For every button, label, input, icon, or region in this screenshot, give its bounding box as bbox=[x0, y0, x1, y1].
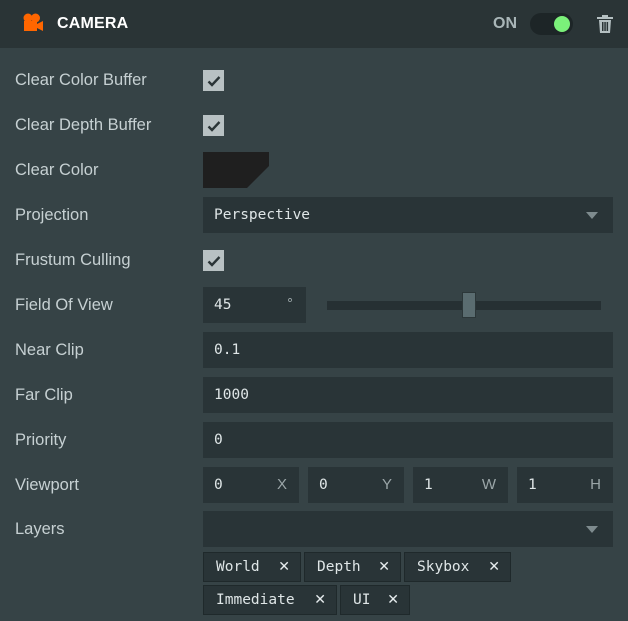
row-frustum-culling: Frustum Culling bbox=[0, 242, 628, 278]
component-title: CAMERA bbox=[57, 15, 129, 32]
viewport-w-input[interactable]: 1 W bbox=[413, 467, 508, 503]
slider-handle[interactable] bbox=[462, 292, 476, 318]
row-near-clip: Near Clip 0.1 bbox=[0, 332, 628, 368]
viewport-h-tag: H bbox=[590, 476, 601, 493]
toggle-knob bbox=[554, 16, 570, 32]
close-icon[interactable]: ✕ bbox=[378, 553, 390, 581]
frustum-culling-checkbox[interactable] bbox=[203, 250, 224, 271]
layer-tag-label: World bbox=[216, 559, 260, 575]
near-clip-label: Near Clip bbox=[15, 341, 84, 359]
clear-color-buffer-label: Clear Color Buffer bbox=[15, 71, 147, 89]
far-clip-value: 1000 bbox=[214, 387, 249, 403]
row-priority: Priority 0 bbox=[0, 422, 628, 458]
clear-color-buffer-checkbox[interactable] bbox=[203, 70, 224, 91]
viewport-y-input[interactable]: 0 Y bbox=[308, 467, 404, 503]
viewport-x-value: 0 bbox=[214, 477, 223, 493]
clear-depth-buffer-label: Clear Depth Buffer bbox=[15, 116, 152, 134]
layers-select[interactable] bbox=[203, 511, 613, 547]
layer-tag-immediate: Immediate ✕ bbox=[203, 585, 337, 615]
row-clear-depth-buffer: Clear Depth Buffer bbox=[0, 107, 628, 143]
layer-tag-label: Skybox bbox=[417, 559, 470, 575]
field-of-view-value: 45 bbox=[214, 297, 232, 313]
row-clear-color: Clear Color bbox=[0, 152, 628, 188]
chevron-down-icon bbox=[586, 212, 598, 219]
close-icon[interactable]: ✕ bbox=[387, 586, 399, 614]
field-of-view-slider[interactable] bbox=[327, 292, 601, 318]
camera-component-panel: CAMERA ON Clear Color Buffer Clear Depth… bbox=[0, 0, 628, 621]
viewport-w-tag: W bbox=[481, 476, 496, 493]
layer-tag-ui: UI ✕ bbox=[340, 585, 410, 615]
checkmark-icon bbox=[207, 120, 220, 132]
row-layers: Layers bbox=[0, 511, 628, 547]
priority-value: 0 bbox=[214, 432, 223, 448]
frustum-culling-label: Frustum Culling bbox=[15, 251, 131, 269]
layers-label: Layers bbox=[15, 520, 65, 538]
enable-toggle[interactable] bbox=[530, 13, 573, 35]
chevron-down-icon bbox=[586, 526, 598, 533]
layer-tag-depth: Depth ✕ bbox=[304, 552, 401, 582]
priority-input[interactable]: 0 bbox=[203, 422, 613, 458]
degree-unit: ° bbox=[286, 297, 294, 312]
projection-value: Perspective bbox=[214, 207, 311, 223]
viewport-label: Viewport bbox=[15, 476, 79, 494]
clear-depth-buffer-checkbox[interactable] bbox=[203, 115, 224, 136]
checkmark-icon bbox=[207, 75, 220, 87]
clear-color-label: Clear Color bbox=[15, 161, 99, 179]
far-clip-label: Far Clip bbox=[15, 386, 73, 404]
viewport-h-input[interactable]: 1 H bbox=[517, 467, 613, 503]
alpha-corner bbox=[247, 166, 269, 188]
field-of-view-label: Field Of View bbox=[15, 296, 113, 314]
camera-icon bbox=[23, 13, 43, 31]
viewport-y-tag: Y bbox=[381, 476, 392, 493]
row-projection: Projection Perspective bbox=[0, 197, 628, 233]
near-clip-input[interactable]: 0.1 bbox=[203, 332, 613, 368]
layer-tag-label: Depth bbox=[317, 559, 361, 575]
viewport-x-tag: X bbox=[276, 476, 287, 493]
near-clip-value: 0.1 bbox=[214, 342, 241, 358]
layer-tag-label: UI bbox=[353, 592, 371, 608]
row-field-of-view: Field Of View 45 ° bbox=[0, 287, 628, 323]
far-clip-input[interactable]: 1000 bbox=[203, 377, 613, 413]
component-header: CAMERA ON bbox=[0, 0, 628, 48]
trash-icon[interactable] bbox=[597, 15, 613, 33]
layer-tag-skybox: Skybox ✕ bbox=[404, 552, 511, 582]
layer-tag-label: Immediate bbox=[216, 592, 295, 608]
viewport-x-input[interactable]: 0 X bbox=[203, 467, 299, 503]
close-icon[interactable]: ✕ bbox=[488, 553, 500, 581]
projection-select[interactable]: Perspective bbox=[203, 197, 613, 233]
field-of-view-input[interactable]: 45 ° bbox=[203, 287, 306, 323]
clear-color-swatch[interactable] bbox=[203, 152, 269, 188]
viewport-w-value: 1 bbox=[424, 477, 433, 493]
row-viewport: Viewport 0 X 0 Y 1 W 1 H bbox=[0, 467, 628, 503]
priority-label: Priority bbox=[15, 431, 67, 449]
enabled-label: ON bbox=[493, 15, 517, 32]
projection-label: Projection bbox=[15, 206, 89, 224]
viewport-h-value: 1 bbox=[528, 477, 537, 493]
layer-tag-world: World ✕ bbox=[203, 552, 301, 582]
row-far-clip: Far Clip 1000 bbox=[0, 377, 628, 413]
viewport-y-value: 0 bbox=[319, 477, 328, 493]
close-icon[interactable]: ✕ bbox=[314, 586, 326, 614]
close-icon[interactable]: ✕ bbox=[278, 553, 290, 581]
row-clear-color-buffer: Clear Color Buffer bbox=[0, 62, 628, 98]
checkmark-icon bbox=[207, 255, 220, 267]
